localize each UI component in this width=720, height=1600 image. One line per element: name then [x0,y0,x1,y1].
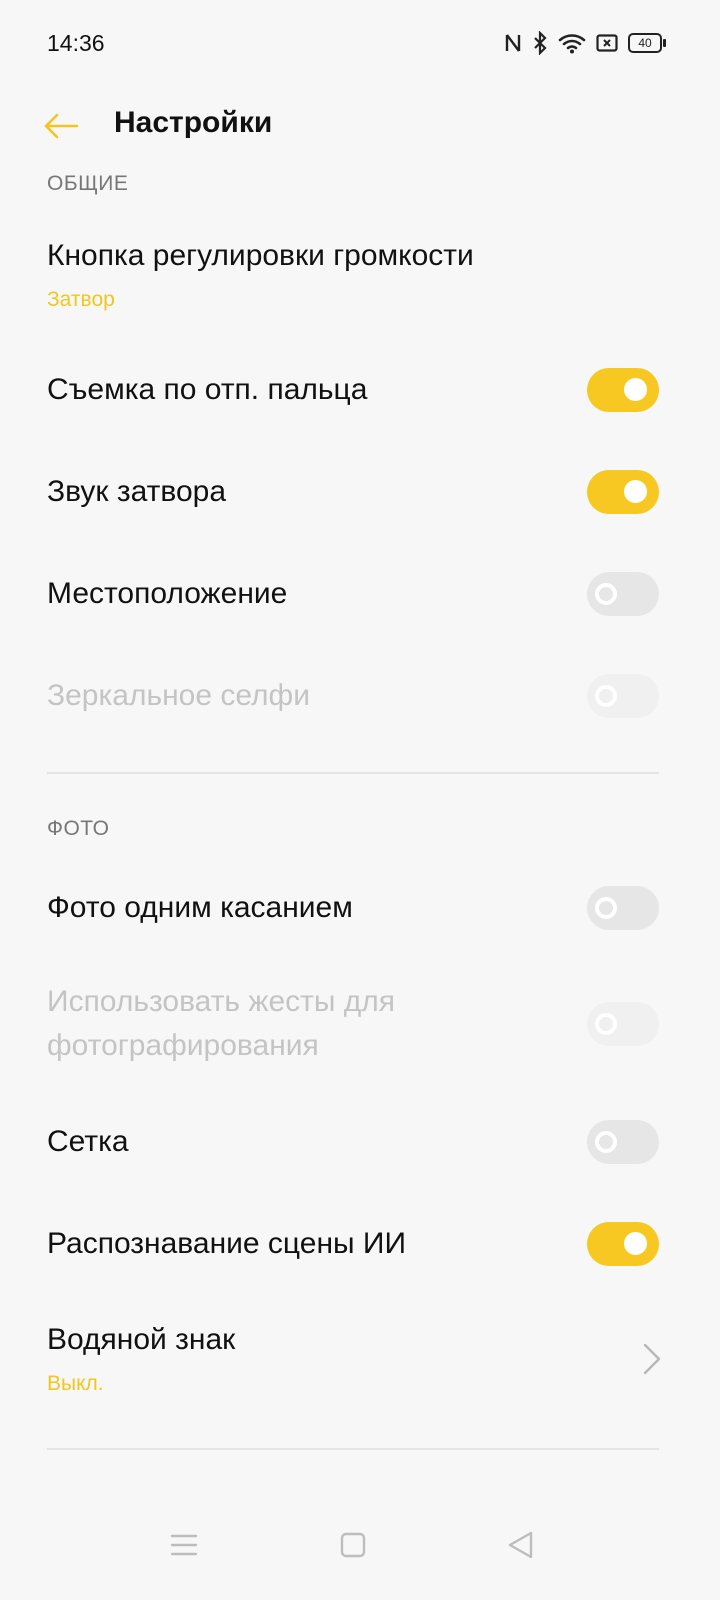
section-header-general: ОБЩИЕ [47,172,129,195]
shutter-sound-toggle[interactable] [587,470,659,514]
nfc-icon [504,32,522,54]
gesture-photo-toggle [587,1002,659,1046]
volume-button-value: Затвор [47,288,115,311]
navigation-bar [0,1490,720,1600]
home-square-icon [340,1532,366,1558]
toggle-knob [624,1232,647,1255]
mirror-selfie-toggle [587,674,659,718]
section-divider [47,1448,659,1450]
toggle-knob [595,897,617,919]
one-touch-photo-row[interactable]: Фото одним касанием [0,878,720,938]
status-time: 14:36 [47,30,105,56]
nav-back-button[interactable] [490,1510,550,1580]
back-triangle-icon [508,1531,533,1559]
battery-icon: 40 [628,33,666,53]
mirror-selfie-row: Зеркальное селфи [0,666,720,726]
menu-icon [170,1534,198,1556]
arrow-left-icon [44,113,79,139]
release-capture-row[interactable]: Съемка по отп. пальца [0,360,720,420]
one-touch-photo-label: Фото одним касанием [47,891,353,924]
page-title: Настройки [114,106,273,139]
gesture-photo-label-line1: Использовать жесты для [47,985,396,1018]
toggle-knob [624,480,647,503]
release-capture-toggle[interactable] [587,368,659,412]
grid-label: Сетка [47,1125,129,1158]
mirror-selfie-label: Зеркальное селфи [47,679,310,712]
section-divider [47,772,659,774]
home-button[interactable] [323,1510,383,1580]
toggle-knob [595,685,617,707]
status-bar: 14:36 40 [0,0,720,90]
volume-button-label: Кнопка регулировки громкости [47,239,474,272]
grid-row[interactable]: Сетка [0,1112,720,1172]
watermark-value: Выкл. [47,1372,104,1395]
location-label: Местоположение [47,577,288,610]
status-icons: 40 [504,30,666,56]
section-header-photo: ФОТО [47,817,110,840]
bluetooth-icon [532,31,548,55]
chevron-right-icon [643,1343,661,1375]
watermark-row[interactable]: Водяной знак Выкл. [0,1316,720,1406]
toggle-knob [595,1013,617,1035]
wifi-icon [558,32,586,54]
grid-toggle[interactable] [587,1120,659,1164]
gesture-photo-label-line2: фотографирования [47,1029,319,1062]
sim-icon [596,34,618,52]
app-bar: Настройки [0,90,720,162]
toggle-knob [595,583,617,605]
back-button[interactable] [38,106,84,146]
ai-scene-label: Распознавание сцены ИИ [47,1227,407,1260]
release-capture-label: Съемка по отп. пальца [47,373,368,406]
ai-scene-toggle[interactable] [587,1222,659,1266]
shutter-sound-row[interactable]: Звук затвора [0,462,720,522]
location-row[interactable]: Местоположение [0,564,720,624]
watermark-label: Водяной знак [47,1323,236,1356]
ai-scene-row[interactable]: Распознавание сцены ИИ [0,1214,720,1274]
volume-button-setting[interactable]: Кнопка регулировки громкости Затвор [0,230,720,330]
menu-button[interactable] [154,1510,214,1580]
toggle-knob [624,378,647,401]
toggle-knob [595,1131,617,1153]
shutter-sound-label: Звук затвора [47,475,227,508]
one-touch-photo-toggle[interactable] [587,886,659,930]
location-toggle[interactable] [587,572,659,616]
gesture-photo-row: Использовать жесты для фотографирования [0,980,720,1070]
